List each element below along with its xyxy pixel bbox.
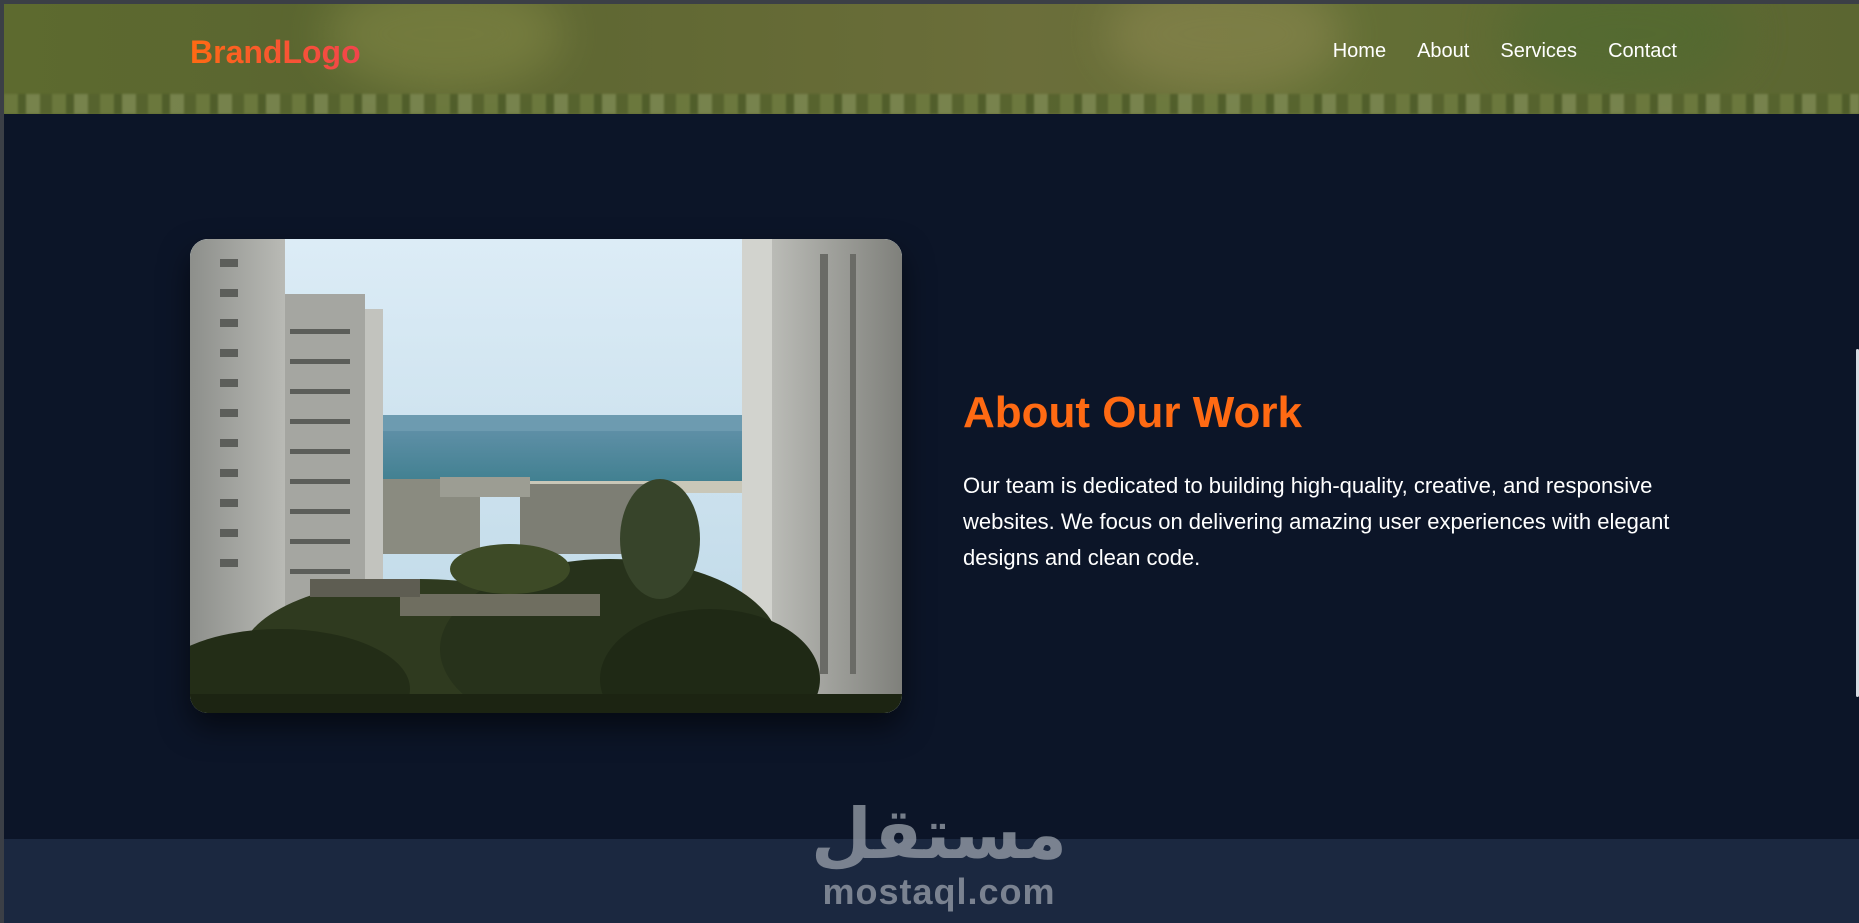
watermark: مستقل mostaql.com — [809, 794, 1069, 923]
site-header: BrandLogo Home About Services Contact — [4, 4, 1859, 114]
about-description: Our team is dedicated to building high-q… — [963, 473, 1670, 570]
nav-link-home[interactable]: Home — [1333, 40, 1386, 63]
brand-logo[interactable]: BrandLogo — [190, 34, 361, 71]
about-section: About Our Work Our team is dedicated to … — [963, 388, 1683, 576]
page: BrandLogo Home About Services Contact Ab… — [0, 0, 1859, 923]
header-background-blur — [1104, 4, 1344, 94]
nav-link-about[interactable]: About — [1417, 40, 1469, 63]
about-title: About Our Work — [963, 388, 1302, 437]
nav-link-contact[interactable]: Contact — [1608, 40, 1677, 63]
about-image — [190, 239, 902, 713]
watermark-latin: mostaql.com — [822, 871, 1056, 912]
watermark-arabic: مستقل — [810, 793, 1067, 875]
coastal-buildings-photo — [190, 239, 902, 713]
main-nav: Home About Services Contact — [1333, 40, 1677, 63]
nav-link-services[interactable]: Services — [1500, 40, 1577, 63]
header-landscape-strip — [4, 94, 1859, 114]
